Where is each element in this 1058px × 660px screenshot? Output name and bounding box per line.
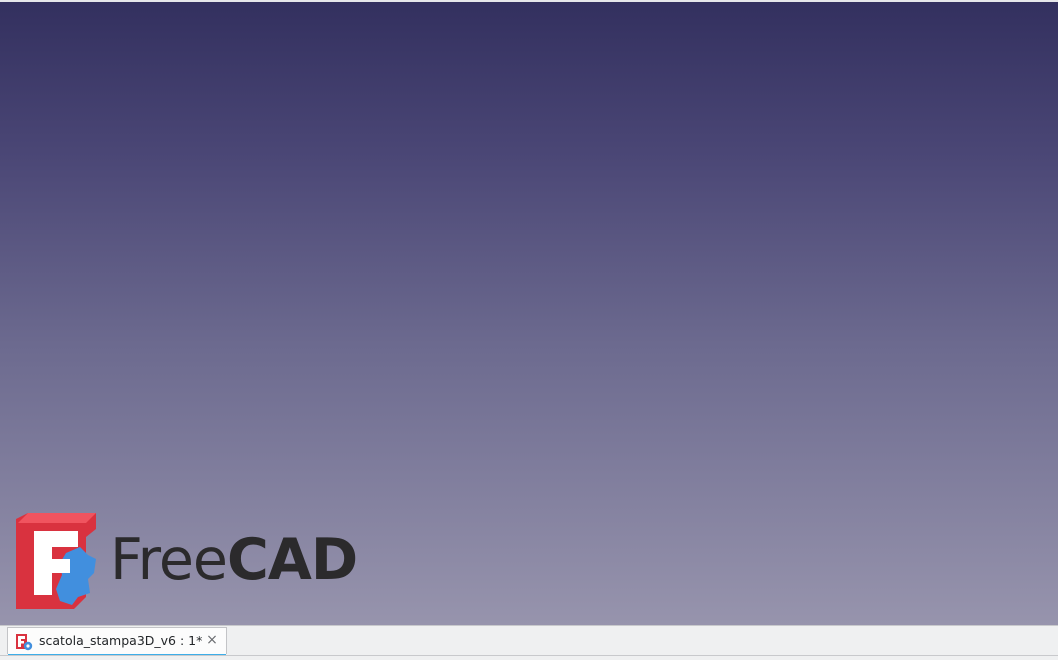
status-strip [0,655,1058,660]
tab-scatola-stampa3d[interactable]: scatola_stampa3D_v6 : 1* × [7,627,227,656]
freecad-logo: FreeCAD [16,513,361,609]
freecad-wordmark: FreeCAD [110,527,358,593]
tab-label: scatola_stampa3D_v6 : 1* [39,633,203,648]
brand-light-text: Free [110,527,228,593]
brand-bold-text: CAD [226,527,358,593]
freecad-document-icon [16,634,33,651]
freecad-logo-icon [16,513,96,609]
3d-viewport[interactable]: FreeCAD [0,0,1058,625]
close-icon[interactable]: × [204,631,220,649]
